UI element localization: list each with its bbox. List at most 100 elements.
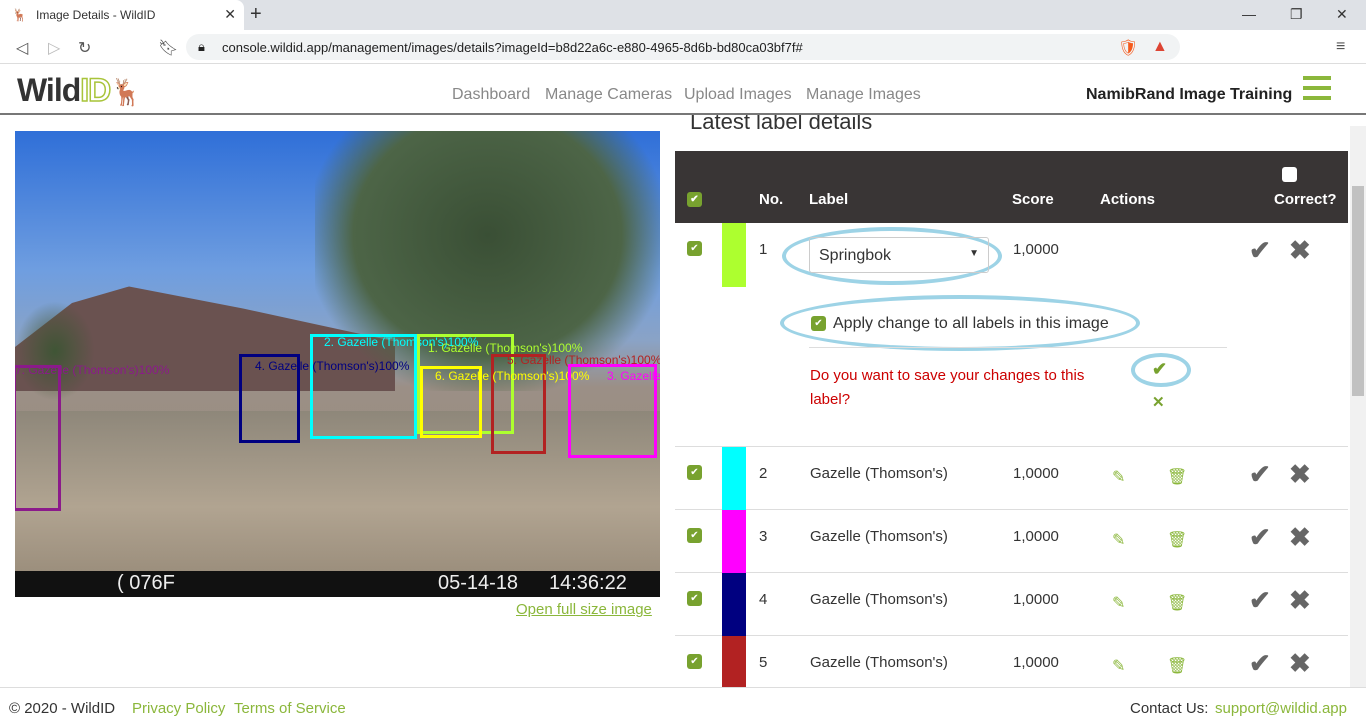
nav-manage-images[interactable]: Manage Images xyxy=(806,86,921,104)
row-checkbox[interactable]: ✔ xyxy=(687,465,702,480)
favicon-icon: 🦌 xyxy=(12,8,27,22)
select-all-checkbox[interactable]: ✔ xyxy=(687,192,702,207)
edit-pencil-icon[interactable]: ✎ xyxy=(1112,656,1125,676)
reload-icon[interactable]: ↻ xyxy=(78,38,91,58)
save-confirm-text: Do you want to save your changes to this… xyxy=(810,367,1085,408)
camera-trap-image[interactable]: 7. Gazelle (Thomson's)100% 4. Gazelle (T… xyxy=(15,131,660,597)
row-label: Gazelle (Thomson's) xyxy=(810,465,948,482)
wildid-logo[interactable]: WildID🦌 xyxy=(17,71,143,109)
row-label: Gazelle (Thomson's) xyxy=(810,591,948,608)
scrollbar-thumb[interactable] xyxy=(1352,186,1364,396)
col-actions: Actions xyxy=(1100,191,1156,208)
brave-rewards-icon[interactable]: ▲ xyxy=(1152,38,1168,56)
row-number: 1 xyxy=(759,241,768,258)
row-checkbox[interactable]: ✔ xyxy=(687,591,702,606)
edit-pencil-icon[interactable]: ✎ xyxy=(1112,530,1125,550)
edit-pencil-icon[interactable]: ✎ xyxy=(1112,593,1125,613)
row-label: Gazelle (Thomson's) xyxy=(810,654,948,671)
forward-icon[interactable]: ▷ xyxy=(48,38,60,58)
nav-manage-cameras[interactable]: Manage Cameras xyxy=(545,86,672,104)
row-number: 3 xyxy=(759,528,768,545)
hamburger-menu-icon[interactable] xyxy=(1303,76,1331,106)
bookmark-icon[interactable]: 🔖︎ xyxy=(158,38,178,58)
close-tab-icon[interactable]: ✕ xyxy=(224,6,236,23)
col-correct: Correct? xyxy=(1274,191,1337,208)
row-checkbox[interactable]: ✔ xyxy=(687,241,702,256)
brave-shield-icon[interactable]: 🛡︎ xyxy=(1118,38,1138,58)
browser-menu-icon[interactable]: ≡ xyxy=(1336,38,1345,56)
dropdown-arrow-icon: ▼ xyxy=(969,248,979,259)
bounding-box-2[interactable] xyxy=(310,334,417,439)
close-window-icon[interactable]: ✕ xyxy=(1336,6,1348,23)
delete-trash-icon[interactable]: 🗑︎ xyxy=(1167,530,1187,550)
open-full-size-link[interactable]: Open full size image xyxy=(516,601,652,618)
nav-upload-images[interactable]: Upload Images xyxy=(684,86,792,104)
mark-incorrect-icon[interactable]: ✖ xyxy=(1289,522,1311,553)
col-label: Label xyxy=(809,191,849,208)
mark-correct-icon[interactable]: ✔ xyxy=(1249,522,1271,553)
mark-correct-icon[interactable]: ✔ xyxy=(1249,585,1271,616)
table-row: ✔ 3 Gazelle (Thomson's) 1,0000 ✎ 🗑︎ ✔ ✖ xyxy=(675,510,1348,573)
lock-icon: 🔒︎ xyxy=(198,39,205,54)
mark-incorrect-icon[interactable]: ✖ xyxy=(1289,235,1311,266)
edit-pencil-icon[interactable]: ✎ xyxy=(1112,467,1125,487)
footer: © 2020 - WildID Privacy Policy Terms of … xyxy=(0,687,1366,728)
color-swatch xyxy=(722,636,746,687)
camera-timestamp-bar: ( 076F 05-14-18 14:36:22 xyxy=(15,571,660,597)
label-select-value: Springbok xyxy=(819,247,892,264)
save-confirm-icon[interactable]: ✔ xyxy=(1152,359,1167,380)
copyright: © 2020 - WildID xyxy=(9,700,116,717)
delete-trash-icon[interactable]: 🗑︎ xyxy=(1167,467,1187,487)
delete-trash-icon[interactable]: 🗑︎ xyxy=(1167,593,1187,613)
back-icon[interactable]: ◁ xyxy=(16,38,28,58)
box-label-3: 3. Gazelle (Thomson's)100% xyxy=(607,369,660,383)
row-checkbox[interactable]: ✔ xyxy=(687,654,702,669)
row-number: 2 xyxy=(759,465,768,482)
table-row: ✔ 4 Gazelle (Thomson's) 1,0000 ✎ 🗑︎ ✔ ✖ xyxy=(675,573,1348,636)
color-swatch xyxy=(722,447,746,510)
color-swatch xyxy=(722,510,746,573)
address-bar: ◁ ▷ ↻ 🔖︎ 🔒︎ console.wildid.app/management… xyxy=(0,30,1366,64)
mark-incorrect-icon[interactable]: ✖ xyxy=(1289,459,1311,490)
row-score: 1,0000 xyxy=(1013,528,1059,545)
mark-correct-icon[interactable]: ✔ xyxy=(1249,648,1271,679)
contact-label: Contact Us: xyxy=(1130,700,1209,717)
url-input[interactable]: 🔒︎ console.wildid.app/management/images/d… xyxy=(186,34,1180,60)
contact-email-link[interactable]: support@wildid.app xyxy=(1215,700,1347,717)
privacy-policy-link[interactable]: Privacy Policy xyxy=(132,700,225,717)
table-header: ✔ No. Label Score Actions Correct? xyxy=(675,151,1348,223)
row-score: 1,0000 xyxy=(1013,654,1059,671)
bounding-box-7[interactable] xyxy=(15,365,61,511)
mark-incorrect-icon[interactable]: ✖ xyxy=(1289,648,1311,679)
camera-id: ( 076F xyxy=(117,572,175,594)
mark-incorrect-icon[interactable]: ✖ xyxy=(1289,585,1311,616)
terms-of-service-link[interactable]: Terms of Service xyxy=(234,700,346,717)
delete-trash-icon[interactable]: 🗑︎ xyxy=(1167,656,1187,676)
browser-tab[interactable]: 🦌 Image Details - WildID ✕ xyxy=(0,0,244,30)
row-number: 5 xyxy=(759,654,768,671)
table-row: ✔ 1 Springbok ▼ 1,0000 ✔ ✖ ✔ Apply change… xyxy=(675,223,1348,447)
capture-date: 05-14-18 xyxy=(438,572,519,594)
table-row: ✔ 2 Gazelle (Thomson's) 1,0000 ✎ 🗑︎ ✔ ✖ xyxy=(675,447,1348,510)
row-label: Gazelle (Thomson's) xyxy=(810,528,948,545)
row-checkbox[interactable]: ✔ xyxy=(687,528,702,543)
label-select[interactable]: Springbok ▼ xyxy=(809,237,989,273)
box-label-7: 7. Gazelle (Thomson's)100% xyxy=(15,363,170,377)
table-row: ✔ 5 Gazelle (Thomson's) 1,0000 ✎ 🗑︎ ✔ ✖ xyxy=(675,636,1348,687)
row-number: 4 xyxy=(759,591,768,608)
restore-icon[interactable]: ❐ xyxy=(1290,6,1303,23)
correct-all-checkbox[interactable] xyxy=(1282,167,1297,182)
cancel-edit-icon[interactable]: ✕ xyxy=(1152,393,1165,411)
new-tab-icon[interactable]: + xyxy=(250,3,262,26)
browser-tab-bar: 🦌 Image Details - WildID ✕ + — ❐ ✕ xyxy=(0,0,1366,30)
organization-name[interactable]: NamibRand Image Training xyxy=(1086,86,1292,104)
mark-correct-icon[interactable]: ✔ xyxy=(1249,235,1271,266)
col-score: Score xyxy=(1012,191,1054,208)
apply-all-checkbox[interactable]: ✔ xyxy=(811,316,826,331)
mark-correct-icon[interactable]: ✔ xyxy=(1249,459,1271,490)
col-no: No. xyxy=(759,191,784,208)
panel-scrollbar[interactable] xyxy=(1350,126,1366,687)
nav-dashboard[interactable]: Dashboard xyxy=(452,86,530,104)
minimize-icon[interactable]: — xyxy=(1242,6,1256,22)
tab-title: Image Details - WildID xyxy=(36,8,156,22)
